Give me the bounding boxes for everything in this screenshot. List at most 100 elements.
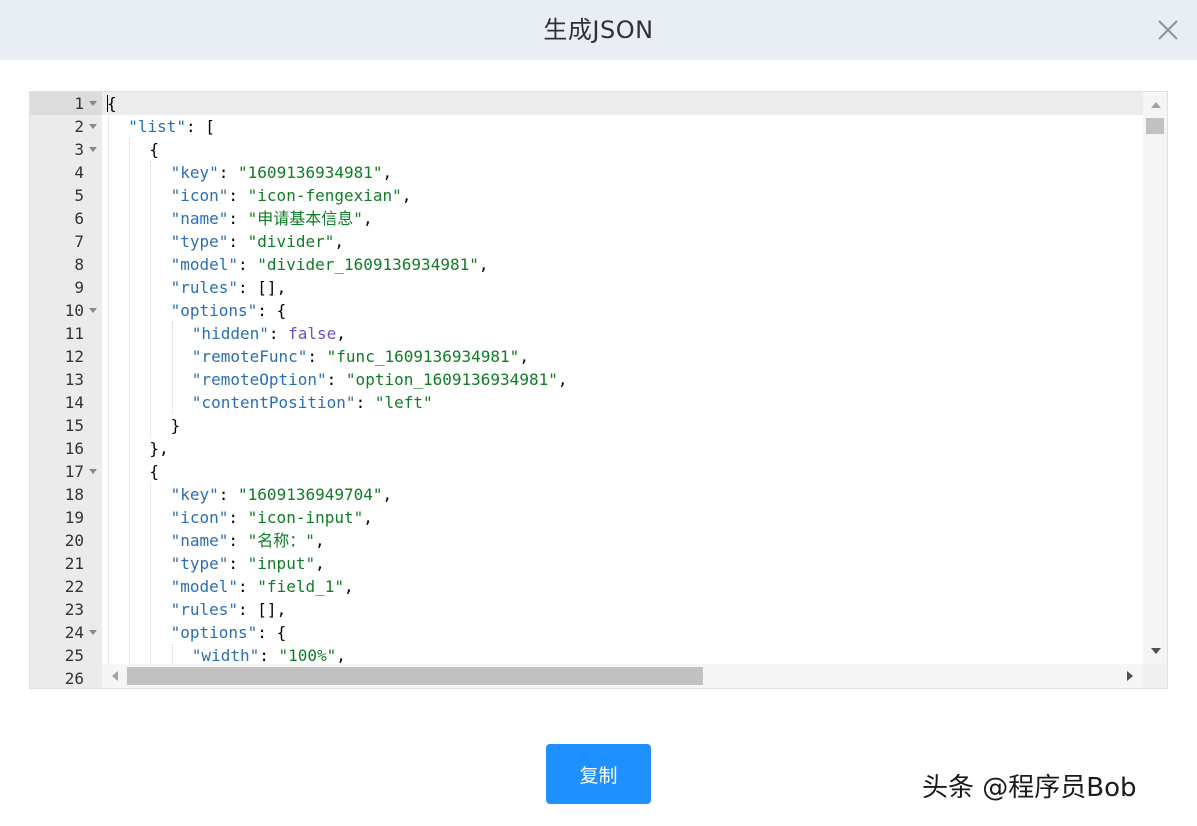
line-number: 9: [30, 276, 102, 299]
line-number: 10: [30, 299, 102, 322]
dialog-header: 生成JSON: [0, 0, 1197, 60]
fold-toggle-icon[interactable]: [89, 124, 97, 129]
code-line[interactable]: "remoteOption": "option_1609136934981",: [102, 368, 1143, 391]
code-line[interactable]: }: [102, 414, 1143, 437]
line-number-label: 8: [74, 255, 84, 274]
fold-toggle-icon[interactable]: [89, 630, 97, 635]
json-token-punc: :: [228, 186, 248, 205]
line-number: 1: [30, 92, 102, 115]
code-line[interactable]: "model": "divider_1609136934981",: [102, 253, 1143, 276]
json-token-punc: : {: [257, 301, 287, 320]
line-number: 18: [30, 483, 102, 506]
line-number: 3: [30, 138, 102, 161]
line-number-label: 13: [64, 370, 84, 389]
line-number: 21: [30, 552, 102, 575]
json-token-str: "input": [247, 554, 316, 573]
line-number-label: 12: [64, 347, 84, 366]
vertical-scrollbar[interactable]: [1143, 92, 1167, 664]
code-line[interactable]: "model": "field_1",: [102, 575, 1143, 598]
code-line[interactable]: "type": "input",: [102, 552, 1143, 575]
line-number-label: 18: [64, 485, 84, 504]
code-line[interactable]: "remoteFunc": "func_1609136934981",: [102, 345, 1143, 368]
code-line[interactable]: "options": {: [102, 299, 1143, 322]
line-number: 23: [30, 598, 102, 621]
fold-toggle-icon[interactable]: [89, 147, 97, 152]
json-token-punc: :: [228, 531, 248, 550]
copy-button[interactable]: 复制: [546, 744, 651, 804]
json-token-str: "1609136949704": [238, 485, 383, 504]
code-line[interactable]: "name": "名称：",: [102, 529, 1143, 552]
fold-toggle-icon[interactable]: [89, 469, 97, 474]
json-token-key: "list": [128, 117, 186, 136]
fold-toggle-icon[interactable]: [89, 308, 97, 313]
json-token-punc: : {: [257, 623, 287, 642]
json-token-str: "icon-input": [247, 508, 364, 527]
code-line[interactable]: "icon": "icon-fengexian",: [102, 184, 1143, 207]
line-number-gutter: 1 2 3 4 5 6 7 8 9 10 11 12 13 14 15 16 17 18 19 20 21 22 23 24 2…: [30, 92, 102, 688]
horizontal-scrollbar[interactable]: [102, 664, 1143, 688]
json-code-editor[interactable]: 1 2 3 4 5 6 7 8 9 10 11 12 13 14 15 16 17 18 19 20 21 22 23 24 2…: [29, 91, 1168, 689]
json-token-key: "remoteFunc": [191, 347, 308, 366]
json-token-key: "model": [170, 255, 239, 274]
close-icon[interactable]: [1152, 14, 1184, 46]
json-token-punc: ,: [334, 232, 344, 251]
line-number: 15: [30, 414, 102, 437]
code-line[interactable]: "rules": [],: [102, 276, 1143, 299]
line-number: 26: [30, 667, 102, 688]
json-token-key: "type": [170, 554, 229, 573]
line-number: 13: [30, 368, 102, 391]
json-token-punc: :: [307, 347, 327, 366]
line-number: 12: [30, 345, 102, 368]
horizontal-scroll-thumb[interactable]: [127, 667, 703, 685]
code-line[interactable]: },: [102, 437, 1143, 460]
json-token-str: "1609136934981": [238, 163, 383, 182]
line-number-label: 22: [64, 577, 84, 596]
text-cursor: [107, 95, 108, 112]
code-content[interactable]: {"list": [{"key": "1609136934981", "icon"…: [102, 92, 1143, 664]
code-line[interactable]: "key": "1609136934981",: [102, 161, 1143, 184]
code-line[interactable]: "icon": "icon-input",: [102, 506, 1143, 529]
json-token-str: "名称：": [247, 531, 315, 550]
code-line[interactable]: "key": "1609136949704",: [102, 483, 1143, 506]
json-token-punc: ,: [362, 209, 373, 228]
code-line[interactable]: "list": [: [102, 115, 1143, 138]
scroll-up-arrow-icon[interactable]: [1151, 102, 1161, 108]
line-number: 11: [30, 322, 102, 345]
json-token-punc: : [: [185, 117, 215, 136]
code-line[interactable]: {: [102, 138, 1143, 161]
scroll-down-arrow-icon[interactable]: [1151, 648, 1161, 654]
scrollbar-corner: [1143, 664, 1167, 688]
json-token-str: "func_1609136934981": [326, 347, 520, 366]
code-line[interactable]: "options": {: [102, 621, 1143, 644]
line-number: 19: [30, 506, 102, 529]
json-token-key: "width": [191, 646, 260, 664]
line-number: 2: [30, 115, 102, 138]
code-line[interactable]: "type": "divider",: [102, 230, 1143, 253]
scroll-right-arrow-icon[interactable]: [1127, 671, 1133, 681]
vertical-scroll-thumb[interactable]: [1146, 118, 1164, 134]
json-token-punc: {: [149, 462, 160, 481]
code-line[interactable]: "width": "100%",: [102, 644, 1143, 664]
json-token-punc: ,: [314, 531, 325, 550]
line-number-label: 17: [64, 462, 84, 481]
json-token-punc: ,: [478, 255, 489, 274]
json-token-punc: },: [149, 439, 169, 458]
code-line[interactable]: "rules": [],: [102, 598, 1143, 621]
code-line[interactable]: "contentPosition": "left": [102, 391, 1143, 414]
line-number-label: 2: [74, 117, 84, 136]
json-token-str: "option_1609136934981": [345, 370, 558, 389]
json-token-str: "divider": [247, 232, 335, 251]
code-line[interactable]: "name": "申请基本信息",: [102, 207, 1143, 230]
json-token-str: "icon-fengexian": [247, 186, 402, 205]
json-token-key: "key": [170, 485, 219, 504]
line-number-label: 26: [64, 669, 84, 688]
scroll-left-arrow-icon[interactable]: [112, 671, 118, 681]
code-line[interactable]: {: [102, 460, 1143, 483]
code-line[interactable]: "hidden": false,: [102, 322, 1143, 345]
json-token-key: "options": [170, 623, 258, 642]
line-number-label: 9: [74, 278, 84, 297]
json-token-key: "hidden": [191, 324, 269, 343]
code-line[interactable]: {: [102, 92, 1143, 115]
fold-toggle-icon[interactable]: [89, 101, 97, 106]
line-number: 4: [30, 161, 102, 184]
